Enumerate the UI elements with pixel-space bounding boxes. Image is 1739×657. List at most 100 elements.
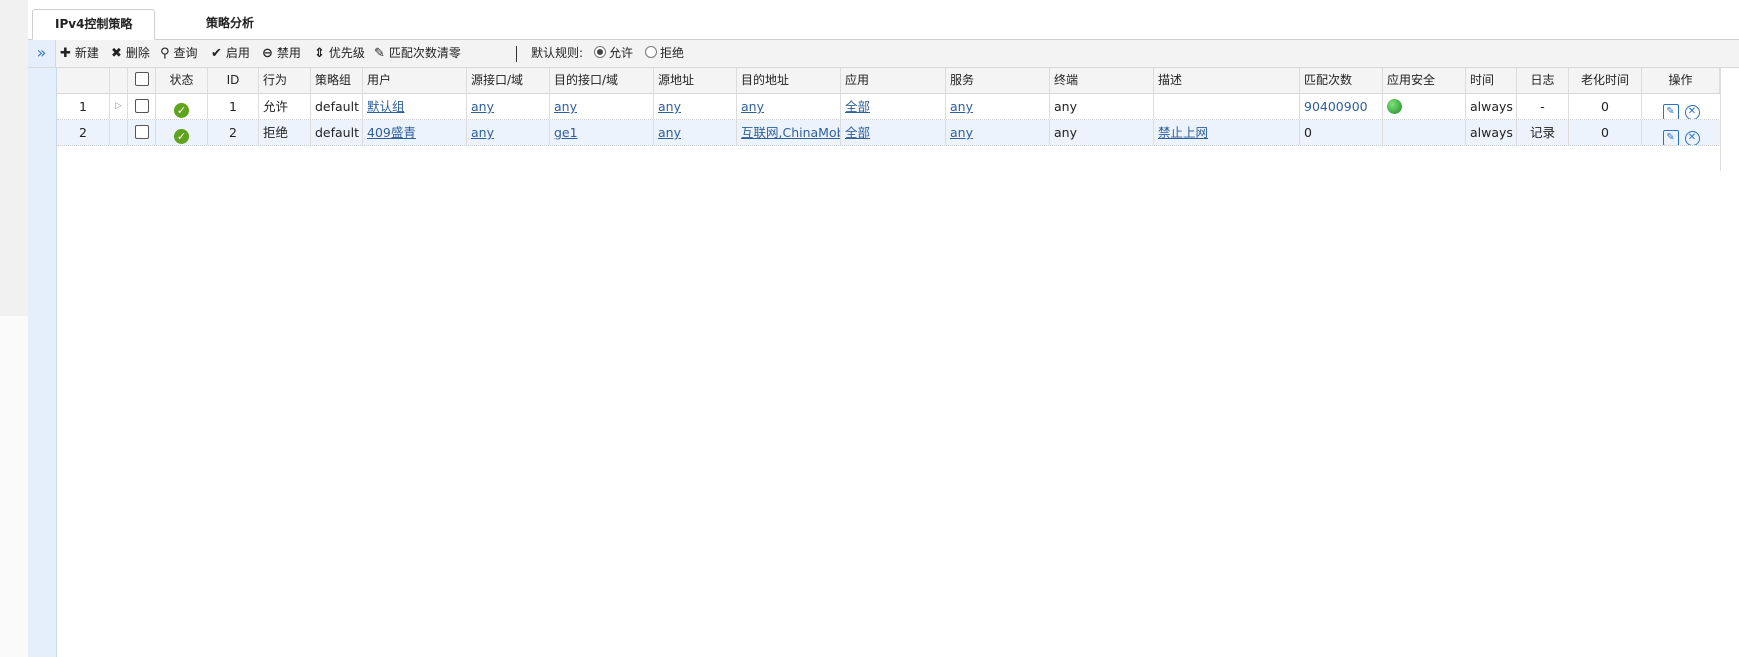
user-link[interactable]: 默认组 — [367, 99, 405, 114]
header-user[interactable]: 用户 — [363, 68, 467, 93]
header-matches[interactable]: 匹配次数 — [1300, 68, 1383, 93]
app-link[interactable]: 全部 — [845, 125, 870, 140]
new-button[interactable]: ✚ 新建 — [60, 40, 99, 67]
priority-button[interactable]: ⇕ 优先级 — [314, 40, 365, 67]
brush-icon: ✎ — [374, 46, 385, 61]
service-link[interactable]: any — [950, 99, 973, 114]
header-time[interactable]: 时间 — [1466, 68, 1517, 93]
service-cell: any — [946, 94, 1050, 119]
radio-unchecked-icon — [645, 46, 657, 58]
row-checkbox[interactable] — [128, 94, 156, 119]
edit-icon[interactable]: ✎ — [1662, 104, 1679, 119]
check-circle-icon[interactable]: ✓ — [174, 103, 189, 118]
dst-addr-link[interactable]: 互联网,ChinaMobile — [741, 125, 840, 140]
delete-circle-icon[interactable]: ✕ — [1684, 105, 1700, 119]
dst-if-cell: any — [550, 94, 654, 119]
header-terminal[interactable]: 终端 — [1050, 68, 1154, 93]
default-deny-radio[interactable]: 拒绝 — [645, 40, 684, 67]
expand-icon[interactable]: » — [28, 40, 56, 67]
header-operations: 操作 — [1642, 68, 1720, 93]
delete-label: 删除 — [125, 46, 150, 60]
service-link[interactable]: any — [950, 125, 973, 140]
header-log[interactable]: 日志 — [1517, 68, 1569, 93]
src-addr-link[interactable]: any — [658, 125, 681, 140]
checkbox-icon[interactable] — [134, 99, 149, 113]
src-if-link[interactable]: any — [471, 125, 494, 140]
default-allow-radio[interactable]: 允许 — [594, 40, 633, 67]
header-app[interactable]: 应用 — [841, 68, 946, 93]
table-row[interactable]: 2 ✓ 2 拒绝 default 409盛青 any ge1 any 互联网,C… — [57, 120, 1721, 146]
src-addr-link[interactable]: any — [658, 99, 681, 114]
checkbox-icon[interactable] — [134, 72, 149, 86]
priority-label: 优先级 — [328, 46, 365, 60]
query-label: 查询 — [173, 46, 198, 60]
toolbar-divider — [516, 46, 517, 62]
header-description[interactable]: 描述 — [1154, 68, 1300, 93]
header-action[interactable]: 行为 — [259, 68, 311, 93]
disable-button[interactable]: ⊖ 禁用 — [262, 40, 301, 67]
app-security-cell — [1383, 94, 1466, 119]
disable-label: 禁用 — [276, 46, 301, 60]
close-icon: ✖ — [111, 46, 122, 61]
checkbox-icon[interactable] — [134, 125, 149, 139]
check-circle-icon[interactable]: ✓ — [174, 129, 189, 144]
globe-icon[interactable] — [1387, 99, 1402, 114]
enable-label: 启用 — [225, 46, 250, 60]
operations-cell: ✎ ✕ — [1642, 94, 1720, 119]
description-cell — [1154, 94, 1300, 119]
app-cell: 全部 — [841, 120, 946, 145]
delete-button[interactable]: ✖ 删除 — [111, 40, 150, 67]
header-app-security[interactable]: 应用安全 — [1383, 68, 1466, 93]
app-security-cell — [1383, 120, 1466, 145]
tab-policy-analysis[interactable]: 策略分析 — [184, 9, 276, 38]
dst-if-link[interactable]: any — [554, 99, 577, 114]
header-id[interactable]: ID — [208, 68, 259, 93]
header-dst-if[interactable]: 目的接口/域 — [550, 68, 654, 93]
dst-addr-cell: any — [737, 94, 841, 119]
description-link[interactable]: 禁止上网 — [1158, 125, 1208, 140]
tab-ipv4-policy[interactable]: IPv4控制策略 — [32, 9, 156, 40]
aging-cell: 0 — [1569, 94, 1642, 119]
enable-button[interactable]: ✔ 启用 — [211, 40, 250, 67]
log-cell: 记录 — [1517, 120, 1569, 145]
header-status[interactable]: 状态 — [156, 68, 208, 93]
minus-circle-icon: ⊖ — [262, 46, 273, 61]
header-src-addr[interactable]: 源地址 — [654, 68, 737, 93]
header-group[interactable]: 策略组 — [311, 68, 363, 93]
user-cell: 默认组 — [363, 94, 467, 119]
dst-addr-link[interactable]: any — [741, 99, 764, 114]
sort-icon: ⇕ — [314, 46, 325, 61]
src-if-link[interactable]: any — [471, 99, 494, 114]
row-index: 2 — [57, 120, 110, 145]
id-cell: 1 — [208, 94, 259, 119]
delete-circle-icon[interactable]: ✕ — [1684, 131, 1700, 145]
action-cell: 拒绝 — [259, 120, 311, 145]
src-if-cell: any — [467, 94, 550, 119]
default-rule-label: 默认规则: — [531, 46, 584, 60]
header-service[interactable]: 服务 — [946, 68, 1050, 93]
operations-cell: ✎ ✕ — [1642, 120, 1720, 145]
expand-row-icon[interactable]: ▷ — [110, 94, 128, 119]
dst-addr-cell: 互联网,ChinaMobile — [737, 120, 841, 145]
allow-label: 允许 — [609, 46, 634, 60]
header-select-all[interactable] — [128, 68, 156, 93]
group-cell: default — [311, 120, 363, 145]
matches-cell: 90400900 — [1300, 94, 1383, 119]
query-button[interactable]: ⚲ 查询 — [160, 40, 198, 67]
user-link[interactable]: 409盛青 — [367, 125, 416, 140]
new-label: 新建 — [74, 46, 99, 60]
description-cell: 禁止上网 — [1154, 120, 1300, 145]
app-link[interactable]: 全部 — [845, 99, 870, 114]
service-cell: any — [946, 120, 1050, 145]
row-checkbox[interactable] — [128, 120, 156, 145]
header-src-if[interactable]: 源接口/域 — [467, 68, 550, 93]
clear-matches-button[interactable]: ✎ 匹配次数清零 — [374, 40, 461, 67]
app-cell: 全部 — [841, 94, 946, 119]
dst-if-link[interactable]: ge1 — [554, 125, 578, 140]
time-cell: always — [1466, 94, 1517, 119]
header-dst-addr[interactable]: 目的地址 — [737, 68, 841, 93]
header-aging[interactable]: 老化时间 — [1569, 68, 1642, 93]
edit-icon[interactable]: ✎ — [1662, 130, 1679, 145]
table-row[interactable]: 1 ▷ ✓ 1 允许 default 默认组 any any any any 全… — [57, 94, 1721, 120]
aging-cell: 0 — [1569, 120, 1642, 145]
